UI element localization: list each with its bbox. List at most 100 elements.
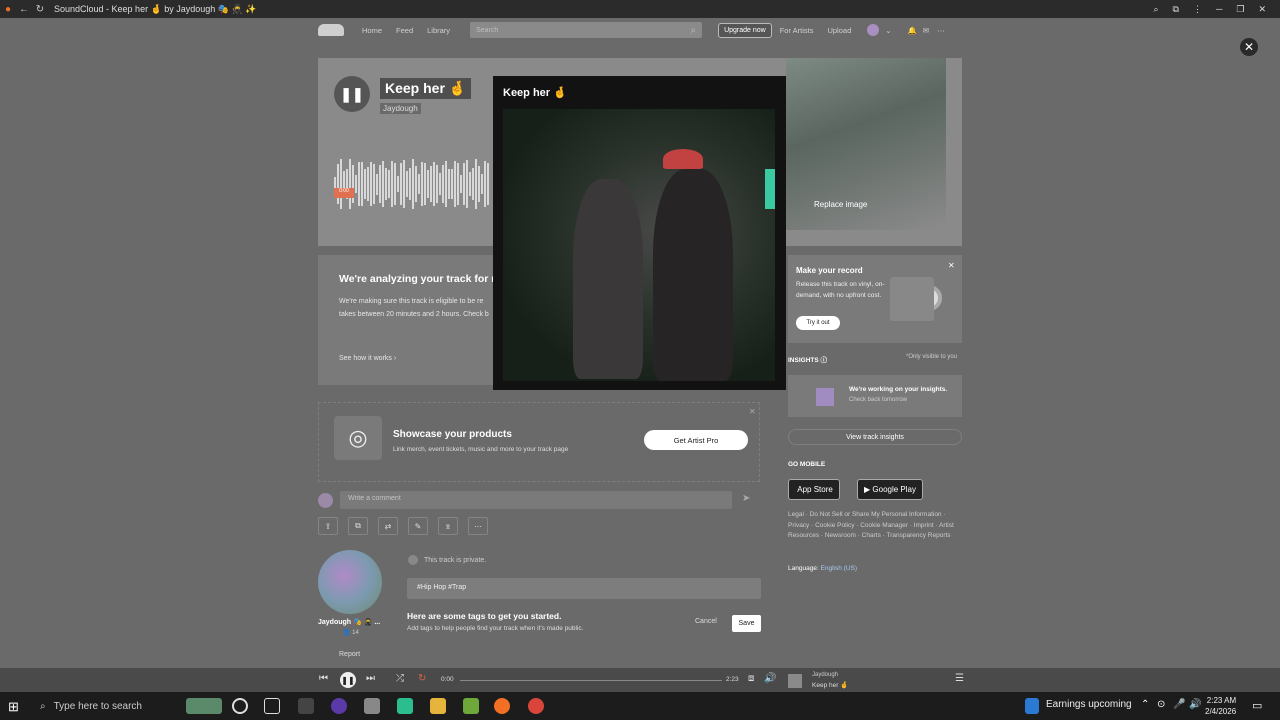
app-icon[interactable] [397,698,413,714]
chevron-down-icon[interactable]: ⌄ [885,26,891,35]
search-input[interactable]: Search ⌕ [470,22,703,38]
copy-link-button[interactable]: ⧉ [348,517,368,535]
insights-working: We're working on your insights. [849,386,948,393]
news-widget[interactable]: Earnings upcoming [1046,699,1132,710]
settings-icon[interactable] [364,698,380,714]
close-modal-button[interactable]: ✕ [1240,38,1258,56]
try-it-out-button[interactable]: Try it out [796,316,840,330]
previous-icon[interactable]: ⏮ [319,673,328,684]
restore-button[interactable]: ❐ [1236,4,1244,15]
chrome-icon[interactable] [528,698,544,714]
stats-button[interactable]: ⌆ [438,517,458,535]
vinyl-body: Release this track on vinyl, on-demand, … [796,281,885,299]
cortana-icon[interactable] [232,698,248,714]
go-mobile-label: GO MOBILE [788,461,826,468]
waveform-bar [373,164,375,204]
private-notice: This track is private. [408,555,486,565]
waveform-bar [484,161,486,207]
search-placeholder: Search [476,26,499,34]
pause-icon[interactable]: ❚❚ [340,672,356,688]
nav-library[interactable]: Library [427,26,450,35]
artist-name[interactable]: Jaydough 🎭 🥷 ... [318,618,380,626]
soundcloud-app-icon[interactable] [494,698,510,714]
app-icon[interactable] [298,698,314,714]
tags-hint-title: Here are some tags to get you started. [407,611,562,621]
notifications-icon[interactable]: 🔔 [908,26,917,35]
close-icon[interactable]: ✕ [749,407,756,416]
menu-icon[interactable]: ⋮ [1193,4,1202,15]
pause-button[interactable]: ❚❚ [334,76,370,112]
view-track-insights-button[interactable]: View track insights [788,429,962,445]
play-store-icon: ▶ [864,485,871,494]
tags-input[interactable]: #Hip Hop #Trap [407,578,761,599]
queue-icon[interactable]: ⧈ [748,673,754,684]
repost-button[interactable]: ⇄ [378,517,398,535]
shuffle-icon[interactable]: ⤮ [396,673,404,684]
network-icon[interactable]: ⊙ [1157,699,1165,710]
back-icon[interactable]: ← [16,4,32,15]
extensions-icon[interactable]: ⧉ [1173,4,1179,15]
nav-home[interactable]: Home [362,26,382,35]
user-avatar[interactable] [867,24,880,36]
soundcloud-logo-icon[interactable] [318,24,344,36]
close-window-button[interactable]: ✕ [1258,4,1266,15]
clock[interactable]: 2:23 AM 2/4/2026 [1205,695,1236,717]
send-icon[interactable]: ➤ [742,493,750,504]
cancel-button[interactable]: Cancel [695,618,717,625]
see-how-link[interactable]: See how it works › [339,355,396,362]
microphone-icon[interactable]: 🎤 [1173,699,1185,710]
waveform-bar [433,162,435,206]
next-icon[interactable]: ⏭ [366,673,375,684]
volume-icon[interactable]: 🔊 [764,673,776,684]
tray-chevron-icon[interactable]: ⌃ [1141,699,1149,710]
info-icon[interactable]: ⓘ [821,357,828,364]
nav-feed[interactable]: Feed [396,26,413,35]
now-playing-artist[interactable]: Jaydough [812,672,838,678]
insights-chart-icon [816,388,834,406]
zoom-icon[interactable]: ⌕ [1154,4,1159,15]
app-store-button[interactable]: App Store [788,479,840,500]
minimize-button[interactable]: ─ [1216,4,1222,15]
get-artist-pro-button[interactable]: Get Artist Pro [644,430,748,450]
save-button[interactable]: Save [732,615,761,632]
report-link[interactable]: Report [339,651,360,658]
app-icon[interactable] [463,698,479,714]
progress-bar[interactable] [460,680,722,681]
windows-start-icon[interactable]: ⊞ [8,699,19,715]
taskbar-search[interactable]: ⌕ Type here to search [40,692,180,720]
playlist-icon[interactable]: ☰ [955,673,964,684]
speaker-icon[interactable]: 🔊 [1189,699,1201,710]
repeat-icon[interactable]: ↻ [418,673,426,684]
artist-avatar[interactable] [318,550,382,614]
upload-link[interactable]: Upload [827,26,851,35]
widgets-icon[interactable] [186,698,222,714]
app-icon[interactable] [331,698,347,714]
waveform-bar [463,162,465,206]
replace-image-button[interactable]: Replace image [814,200,867,209]
upgrade-button[interactable]: Upgrade now [718,22,772,38]
more-icon[interactable]: ⋯ [937,26,945,35]
waveform[interactable] [334,158,492,210]
search-icon[interactable]: ⌕ [690,25,696,36]
edit-button[interactable]: ✎ [408,517,428,535]
waveform-bar [385,168,387,200]
messages-icon[interactable]: ✉ [923,26,929,35]
reload-icon[interactable]: ↻ [32,4,48,15]
track-artist[interactable]: Jaydough [380,103,421,114]
file-explorer-icon[interactable] [430,698,446,714]
notification-center-icon[interactable]: ▭ [1252,699,1262,712]
insights-label: INSIGHTS ⓘ [788,354,827,364]
task-view-icon[interactable] [264,698,280,714]
waveform-bar [394,162,396,206]
now-playing-track[interactable]: Keep her 🤞 [812,681,848,689]
news-icon[interactable] [1025,698,1039,714]
more-options-button[interactable]: ⋯ [468,517,488,535]
comment-input[interactable]: Write a comment [340,491,732,509]
footer-links[interactable]: Legal · Do Not Sell or Share My Personal… [788,510,962,542]
for-artists-link[interactable]: For Artists [780,26,814,35]
close-icon[interactable]: ✕ [948,261,955,270]
google-play-button[interactable]: ▶ Google Play [857,479,923,500]
share-button[interactable]: ⇪ [318,517,338,535]
now-playing-artwork[interactable] [788,674,802,688]
language-value[interactable]: English (US) [821,565,857,572]
